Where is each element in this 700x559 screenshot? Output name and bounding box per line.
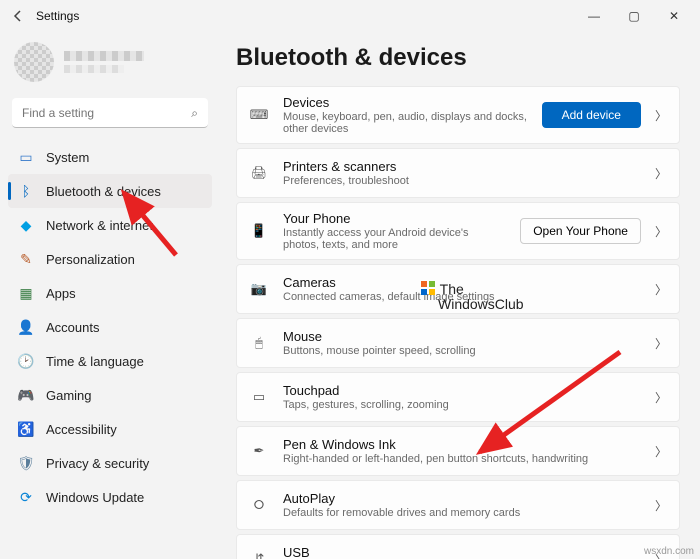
card-subtitle: Preferences, troubleshoot <box>283 175 641 187</box>
chevron-right-icon: 〉 <box>655 281 667 298</box>
card-title: USB <box>283 545 641 559</box>
nav-label: System <box>46 150 89 165</box>
card-subtitle: Mouse, keyboard, pen, audio, displays an… <box>283 111 528 135</box>
card-icon: 🖨 <box>249 163 269 183</box>
sidebar-item-windows-update[interactable]: ⟳ Windows Update <box>8 480 212 514</box>
window-title: Settings <box>36 9 79 23</box>
nav-icon: 🎮 <box>18 387 34 403</box>
sidebar-item-bluetooth-devices[interactable]: ᛒ Bluetooth & devices <box>8 174 212 208</box>
sidebar-item-privacy-security[interactable]: 🛡 Privacy & security <box>8 446 212 480</box>
main-content: Bluetooth & devices ⌨ Devices Mouse, key… <box>220 32 700 559</box>
card-subtitle: Right-handed or left-handed, pen button … <box>283 453 641 465</box>
sidebar-item-apps[interactable]: ▦ Apps <box>8 276 212 310</box>
card-title: Touchpad <box>283 383 641 398</box>
card-printers-scanners[interactable]: 🖨 Printers & scanners Preferences, troub… <box>236 148 680 198</box>
nav-icon: ◆ <box>18 217 34 233</box>
chevron-right-icon: 〉 <box>655 335 667 352</box>
card-title: Devices <box>283 95 528 110</box>
nav-icon: ▦ <box>18 285 34 301</box>
nav-icon: ✎ <box>18 251 34 267</box>
nav-icon: ⟳ <box>18 489 34 505</box>
nav-label: Network & internet <box>46 218 153 233</box>
card-subtitle: Instantly access your Android device's p… <box>283 227 506 251</box>
card-usb[interactable]: ⇵ USB Notifications, USB battery saver, … <box>236 534 680 559</box>
nav-icon: ▭ <box>18 149 34 165</box>
nav-icon: ♿ <box>18 421 34 437</box>
card-autoplay[interactable]: ⭘ AutoPlay Defaults for removable drives… <box>236 480 680 530</box>
chevron-right-icon: 〉 <box>655 223 667 240</box>
card-touchpad[interactable]: ▭ Touchpad Taps, gestures, scrolling, zo… <box>236 372 680 422</box>
sidebar-item-system[interactable]: ▭ System <box>8 140 212 174</box>
add-device-button[interactable]: Add device <box>542 102 641 128</box>
card-title: Cameras <box>283 275 641 290</box>
card-icon: ▭ <box>249 387 269 407</box>
card-subtitle: Taps, gestures, scrolling, zooming <box>283 399 641 411</box>
chevron-right-icon: 〉 <box>655 165 667 182</box>
profile-block[interactable] <box>8 36 212 92</box>
back-button[interactable] <box>8 6 28 26</box>
nav-label: Privacy & security <box>46 456 149 471</box>
card-icon: ⇵ <box>249 549 269 559</box>
card-mouse[interactable]: 🖱 Mouse Buttons, mouse pointer speed, sc… <box>236 318 680 368</box>
page-title: Bluetooth & devices <box>236 44 680 72</box>
card-icon: 🖱 <box>249 333 269 353</box>
profile-email <box>64 65 124 73</box>
nav-label: Accessibility <box>46 422 117 437</box>
card-title: Mouse <box>283 329 641 344</box>
card-subtitle: Defaults for removable drives and memory… <box>283 507 641 519</box>
chevron-right-icon: 〉 <box>655 497 667 514</box>
card-your-phone[interactable]: 📱 Your Phone Instantly access your Andro… <box>236 202 680 260</box>
search-container: ⌕ <box>12 98 208 128</box>
profile-name <box>64 51 144 61</box>
card-subtitle: Buttons, mouse pointer speed, scrolling <box>283 345 641 357</box>
nav-label: Gaming <box>46 388 92 403</box>
nav-label: Windows Update <box>46 490 144 505</box>
nav-label: Time & language <box>46 354 144 369</box>
chevron-right-icon: 〉 <box>655 107 667 124</box>
nav-icon: 🕑 <box>18 353 34 369</box>
sidebar-item-accounts[interactable]: 👤 Accounts <box>8 310 212 344</box>
nav-icon: 👤 <box>18 319 34 335</box>
close-button[interactable]: ✕ <box>656 2 692 30</box>
card-icon: ✒ <box>249 441 269 461</box>
open-your-phone-button[interactable]: Open Your Phone <box>520 218 641 244</box>
sidebar-item-accessibility[interactable]: ♿ Accessibility <box>8 412 212 446</box>
card-icon: ⌨ <box>249 105 269 125</box>
nav-label: Apps <box>46 286 76 301</box>
card-cameras[interactable]: 📷 Cameras Connected cameras, default ima… <box>236 264 680 314</box>
chevron-right-icon: 〉 <box>655 443 667 460</box>
nav-label: Bluetooth & devices <box>46 184 161 199</box>
card-subtitle: Connected cameras, default image setting… <box>283 291 641 303</box>
card-devices[interactable]: ⌨ Devices Mouse, keyboard, pen, audio, d… <box>236 86 680 144</box>
card-title: Printers & scanners <box>283 159 641 174</box>
avatar <box>14 42 54 82</box>
card-icon: 📷 <box>249 279 269 299</box>
search-input[interactable] <box>12 98 208 128</box>
nav-icon: ᛒ <box>18 183 34 199</box>
nav-icon: 🛡 <box>18 455 34 471</box>
card-title: Pen & Windows Ink <box>283 437 641 452</box>
maximize-button[interactable]: ▢ <box>616 2 652 30</box>
sidebar: ⌕ ▭ System ᛒ Bluetooth & devices ◆ Network & … <box>0 32 220 559</box>
search-icon: ⌕ <box>191 106 198 121</box>
source-watermark: wsxdn.com <box>644 546 694 557</box>
chevron-right-icon: 〉 <box>655 389 667 406</box>
card-icon: ⭘ <box>249 495 269 515</box>
sidebar-item-time-language[interactable]: 🕑 Time & language <box>8 344 212 378</box>
minimize-button[interactable]: — <box>576 2 612 30</box>
sidebar-item-personalization[interactable]: ✎ Personalization <box>8 242 212 276</box>
card-title: Your Phone <box>283 211 506 226</box>
card-icon: 📱 <box>249 221 269 241</box>
nav-label: Accounts <box>46 320 99 335</box>
nav-label: Personalization <box>46 252 135 267</box>
sidebar-item-network-internet[interactable]: ◆ Network & internet <box>8 208 212 242</box>
card-title: AutoPlay <box>283 491 641 506</box>
sidebar-item-gaming[interactable]: 🎮 Gaming <box>8 378 212 412</box>
card-pen-windows-ink[interactable]: ✒ Pen & Windows Ink Right-handed or left… <box>236 426 680 476</box>
